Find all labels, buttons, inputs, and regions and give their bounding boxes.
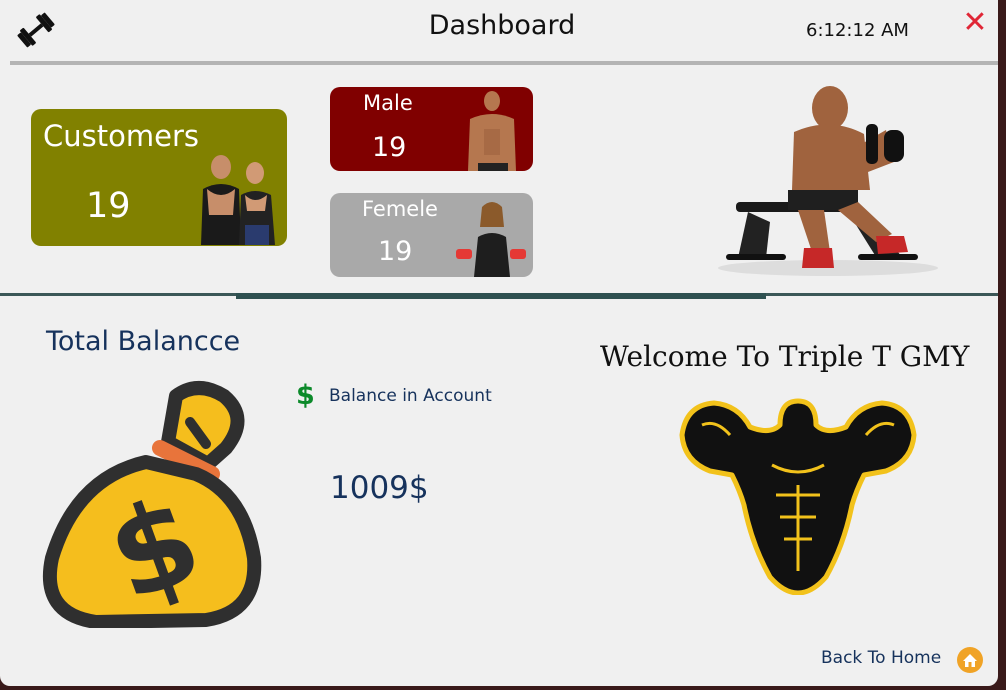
section-divider-accent (236, 293, 766, 299)
home-icon[interactable] (956, 646, 984, 674)
male-athlete-photo (468, 91, 516, 171)
dollar-icon: $ (296, 380, 315, 411)
female-label: Femele (362, 197, 438, 221)
male-card[interactable]: Male 19 (330, 87, 533, 171)
bodybuilder-bench-image (718, 86, 938, 276)
total-balance-heading: Total Balancce (46, 326, 241, 357)
customers-label: Customers (43, 119, 199, 153)
close-button[interactable]: ✕ (958, 6, 992, 40)
clock-label: 6:12:12 AM (806, 20, 909, 41)
male-label: Male (363, 91, 413, 115)
male-count: 19 (372, 132, 407, 163)
female-athlete-photo (456, 202, 526, 277)
couple-photo (201, 155, 275, 245)
header-divider (10, 61, 998, 65)
welcome-message: Welcome To Triple T GMY (600, 340, 970, 373)
balance-value: 1009$ (330, 470, 429, 506)
title-bar: Dashboard 6:12:12 AM ✕ (0, 0, 998, 60)
customers-count: 19 (86, 186, 131, 226)
gym-logo (679, 398, 917, 595)
female-count: 19 (378, 236, 413, 267)
money-bag-icon: $ (42, 381, 262, 628)
female-card[interactable]: Femele 19 (330, 193, 533, 277)
customers-card[interactable]: Customers 19 (31, 109, 287, 246)
balance-in-account-label: Balance in Account (329, 386, 492, 406)
dashboard-window: Dashboard 6:12:12 AM ✕ Customers 19 Male… (0, 0, 998, 686)
back-to-home-link[interactable]: Back To Home (821, 648, 941, 668)
